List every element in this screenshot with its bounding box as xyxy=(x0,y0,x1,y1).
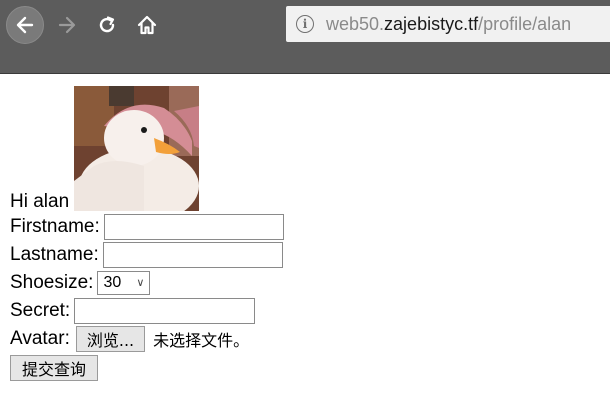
chevron-down-icon: ∨ xyxy=(136,277,145,289)
duck-photo xyxy=(74,86,200,211)
shoesize-row: Shoesize: 30 ∨ xyxy=(10,269,600,297)
forward-button[interactable] xyxy=(48,6,86,44)
avatar xyxy=(74,86,200,211)
profile-form: Hi alan Firstname: Lastname: Shoesize: 3… xyxy=(10,73,600,381)
greeting-text: Hi alan xyxy=(10,191,70,212)
secret-field[interactable] xyxy=(74,298,256,324)
firstname-field[interactable] xyxy=(103,214,284,240)
greeting-row: Hi alan xyxy=(10,73,600,213)
home-button[interactable] xyxy=(128,6,166,44)
url-prefix: web50. xyxy=(326,13,385,34)
secret-label: Secret: xyxy=(10,300,71,321)
lastname-field[interactable] xyxy=(102,242,283,268)
submit-row: 提交查询 xyxy=(10,353,600,381)
shoesize-select[interactable]: 30 ∨ xyxy=(97,271,151,295)
secret-row: Secret: xyxy=(10,297,600,325)
firstname-label: Firstname: xyxy=(10,216,100,237)
browse-button[interactable]: 浏览... xyxy=(75,326,146,352)
lastname-label: Lastname: xyxy=(10,244,99,265)
browser-toolbar-lower xyxy=(0,50,610,74)
info-icon[interactable]: i xyxy=(296,15,314,33)
url-domain: zajebistyc.tf xyxy=(384,13,479,34)
avatar-row: Avatar: 浏览... 未选择文件。 xyxy=(10,325,600,353)
shoesize-value: 30 xyxy=(103,274,122,291)
file-status: 未选择文件。 xyxy=(153,331,250,350)
browser-toolbar: i web50. zajebistyc.tf/profile/alan xyxy=(0,0,610,50)
avatar-label: Avatar: xyxy=(10,328,70,349)
firstname-row: Firstname: xyxy=(10,213,600,241)
lastname-row: Lastname: xyxy=(10,241,600,269)
url-path: /profile/alan xyxy=(478,13,572,34)
reload-icon xyxy=(99,16,115,33)
reload-button[interactable] xyxy=(88,6,126,44)
address-bar[interactable]: i web50. zajebistyc.tf/profile/alan xyxy=(286,6,610,42)
back-arrow-icon xyxy=(16,16,34,34)
back-button[interactable] xyxy=(6,6,44,44)
forward-arrow-icon xyxy=(58,16,76,34)
home-icon xyxy=(137,15,157,35)
shoesize-label: Shoesize: xyxy=(10,272,94,293)
submit-button[interactable]: 提交查询 xyxy=(10,354,99,381)
